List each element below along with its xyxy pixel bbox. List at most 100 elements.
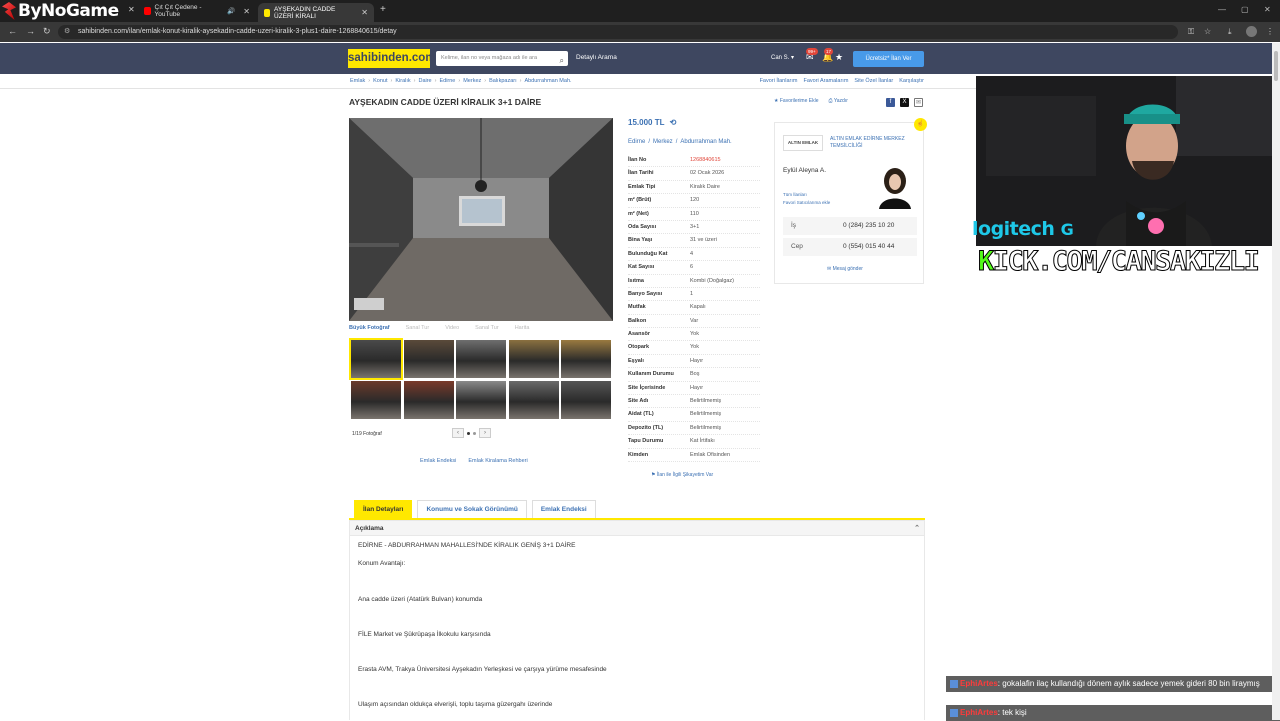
- photo-thumbnail[interactable]: [561, 381, 611, 419]
- profile-avatar[interactable]: [1246, 26, 1257, 37]
- price-history-icon[interactable]: ⟲: [670, 118, 677, 127]
- collapse-icon[interactable]: ⌃: [914, 521, 920, 537]
- site-info-icon[interactable]: ⚙: [64, 25, 70, 39]
- close-icon[interactable]: ✕: [361, 8, 368, 17]
- breadcrumb-item[interactable]: Abdurrahman Mah.: [524, 78, 571, 84]
- kick-k: K: [978, 246, 995, 278]
- photo-footer-link[interactable]: Emlak Kiralama Rehberi: [468, 458, 527, 464]
- info-key: m² (Net): [628, 210, 649, 217]
- pager-dot[interactable]: [467, 431, 470, 435]
- description-header[interactable]: Açıklama ⌃: [349, 520, 925, 536]
- favorites-star-icon[interactable]: ★: [835, 52, 843, 63]
- sahibinden-logo[interactable]: sahibinden.com: [348, 49, 436, 68]
- photo-thumbnail[interactable]: [456, 381, 506, 419]
- complaint-link[interactable]: ⚑ İlan ile İlgili Şikayetim Var: [651, 472, 713, 478]
- photo-thumbnail[interactable]: [351, 381, 401, 419]
- complaint-text: İlan ile İlgili Şikayetim Var: [656, 472, 714, 478]
- minimize-icon[interactable]: —: [1218, 5, 1226, 14]
- download-icon[interactable]: ⤓: [1228, 27, 1232, 37]
- key-icon[interactable]: ⚿: [1188, 27, 1194, 37]
- description-body: EDİRNE - ABDURRAHMAN MAHALLESİ'NDE KİRAL…: [349, 536, 925, 720]
- tab-konumu[interactable]: Konumu ve Sokak Görünümü: [417, 500, 527, 518]
- photo-tool-item[interactable]: Sanal Tur: [475, 325, 499, 335]
- info-row: Banyo Sayısı 1: [628, 288, 760, 302]
- photo-thumbnail[interactable]: [561, 340, 611, 378]
- detailed-search-link[interactable]: Detaylı Arama: [576, 54, 617, 61]
- maximize-icon[interactable]: ▢: [1241, 5, 1249, 14]
- breadcrumb-item[interactable]: Merkez: [463, 78, 481, 84]
- photo-tool-item[interactable]: Harita: [515, 325, 530, 335]
- next-page-icon[interactable]: ›: [479, 428, 491, 438]
- info-key: Oda Sayısı: [628, 223, 657, 230]
- photo-thumbnail[interactable]: [456, 340, 506, 378]
- close-icon[interactable]: ✕: [243, 7, 250, 16]
- photo-footer-link[interactable]: Emlak Endeksi: [420, 458, 456, 464]
- reload-icon[interactable]: ↻: [43, 26, 51, 37]
- location-link[interactable]: Abdurrahman Mah.: [680, 139, 731, 145]
- search-icon[interactable]: ⌕: [560, 53, 564, 68]
- photo-tool-item[interactable]: Sanal Tur: [406, 325, 430, 335]
- all-listings-link[interactable]: Tüm İlanları: [783, 191, 830, 199]
- info-key: İlan No: [628, 157, 647, 163]
- favorite-seller-link[interactable]: Favori Satıcılarıma ekle: [783, 199, 830, 207]
- breadcrumb-item[interactable]: Daire: [418, 78, 431, 84]
- top-link[interactable]: Site Özel İlanlar: [854, 78, 893, 84]
- work-phone-row[interactable]: İş 0 (284) 235 10 20: [783, 217, 917, 235]
- close-icon[interactable]: ✕: [128, 5, 135, 14]
- tab-emlak-endeksi[interactable]: Emlak Endeksi: [531, 500, 596, 518]
- speaker-icon[interactable]: 🔊: [227, 7, 235, 15]
- mobile-phone-row[interactable]: Cep 0 (554) 015 40 44: [783, 238, 917, 256]
- user-menu[interactable]: Can S. ▾: [771, 54, 794, 61]
- photo-thumbnail[interactable]: [508, 381, 559, 419]
- info-row: Asansör Yok: [628, 328, 760, 342]
- info-key: Kimden: [628, 451, 649, 458]
- send-message-link[interactable]: ✉ Mesaj gönder: [827, 266, 863, 272]
- info-row: Isıtma Kombi (Doğalgaz): [628, 275, 760, 288]
- phone-label: Cep: [791, 243, 803, 250]
- tab-sahibinden[interactable]: AYŞEKADIN CADDE ÜZERİ KİRALI ✕: [258, 3, 374, 22]
- email-icon[interactable]: ✉: [914, 98, 923, 107]
- agency-logo[interactable]: ALTIN EMLAK: [783, 135, 823, 151]
- help-icon[interactable]: ☝: [914, 118, 927, 131]
- tab-ilan-detaylari[interactable]: İlan Detayları: [354, 500, 413, 518]
- top-link[interactable]: Favori Aramalarım: [803, 78, 848, 84]
- back-icon[interactable]: ←: [8, 26, 17, 36]
- breadcrumb-item[interactable]: Emlak: [350, 78, 365, 84]
- x-icon[interactable]: X: [900, 98, 909, 107]
- agency-name[interactable]: ALTIN EMLAK EDİRNE MERKEZ TEMSİLCİLİĞİ: [830, 136, 910, 150]
- info-value: 02 Ocak 2026: [690, 170, 725, 177]
- breadcrumb-item[interactable]: Konut: [373, 78, 387, 84]
- main-photo[interactable]: [349, 118, 613, 321]
- big-photo-button[interactable]: Büyük Fotoğraf: [349, 325, 390, 335]
- site-search-input[interactable]: Kelime, ilan no veya mağaza adı ile ara …: [436, 51, 568, 66]
- post-ad-button[interactable]: Ücretsiz* İlan Ver: [853, 51, 924, 67]
- close-window-icon[interactable]: ✕: [1264, 5, 1271, 14]
- menu-icon[interactable]: ⋮: [1266, 27, 1274, 36]
- page-scrollbar[interactable]: [1272, 43, 1280, 720]
- breadcrumb-item[interactable]: Kiralık: [395, 78, 410, 84]
- favorite-action[interactable]: ★ Favorilerime Ekle: [774, 98, 819, 104]
- info-key: Asansör: [628, 331, 651, 338]
- location-link[interactable]: Edirne: [628, 139, 645, 145]
- prev-page-icon[interactable]: ‹: [452, 428, 464, 438]
- pager-dot[interactable]: [473, 431, 476, 435]
- print-action[interactable]: ⎙ Yazdır: [829, 98, 848, 104]
- site-header-extension: [976, 43, 1280, 74]
- bookmark-star-icon[interactable]: ☆: [1204, 27, 1211, 36]
- url-input[interactable]: ⚙ sahibinden.com/ilan/emlak-konut-kirali…: [58, 25, 1178, 39]
- photo-thumbnail[interactable]: [403, 340, 454, 378]
- photo-thumbnail[interactable]: [349, 338, 403, 380]
- tab-youtube[interactable]: Çıt Çıt Çedene - YouTube 🔊 ✕: [138, 3, 256, 19]
- photo-tool-item[interactable]: Video: [445, 325, 459, 335]
- new-tab-icon[interactable]: +: [380, 4, 386, 15]
- location-link[interactable]: Merkez: [653, 139, 673, 145]
- top-link[interactable]: Favori İlanlarım: [760, 78, 798, 84]
- forward-icon[interactable]: →: [26, 26, 35, 36]
- photo-thumbnail[interactable]: [508, 340, 559, 378]
- facebook-icon[interactable]: f: [886, 98, 895, 107]
- scroll-thumb[interactable]: [1274, 51, 1278, 81]
- photo-thumbnail[interactable]: [403, 381, 454, 419]
- breadcrumb-item[interactable]: Edirne: [439, 78, 455, 84]
- top-link[interactable]: Karşılaştır: [899, 78, 924, 84]
- breadcrumb-item[interactable]: Balıkpazarı: [489, 78, 517, 84]
